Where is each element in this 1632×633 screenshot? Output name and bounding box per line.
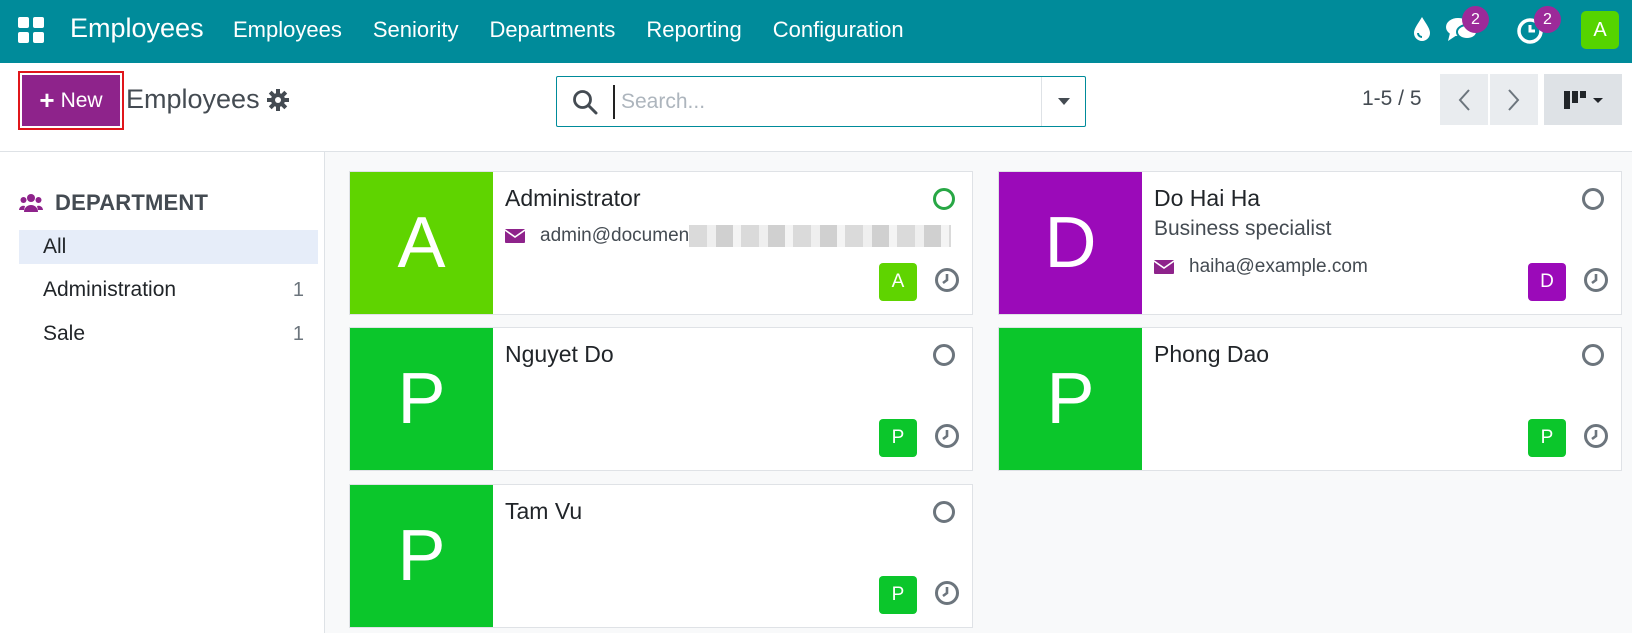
search-options-toggle[interactable] — [1041, 77, 1085, 126]
employee-email: haiha@example.com — [1154, 256, 1368, 278]
activity-clock-icon[interactable] — [934, 580, 960, 611]
presence-status-icon — [933, 188, 955, 210]
related-user-avatar[interactable]: P — [879, 419, 917, 457]
employee-card[interactable]: A Administrator admin@documen A — [349, 171, 973, 315]
employee-email-text: haiha@example.com — [1189, 256, 1368, 277]
employee-photo: D — [999, 172, 1142, 314]
apps-menu-icon[interactable] — [18, 17, 44, 43]
chat-icon[interactable]: 2 — [1445, 6, 1489, 45]
app-name[interactable]: Employees — [70, 13, 204, 44]
employee-photo: P — [350, 328, 493, 470]
sidebar-item-label: All — [43, 235, 67, 258]
activity-clock-icon[interactable] — [934, 423, 960, 454]
related-user-avatar[interactable]: A — [879, 263, 917, 301]
sidebar-item-count: 1 — [292, 322, 304, 345]
sidebar-item-sale[interactable]: Sale 1 — [19, 317, 318, 351]
chevron-left-icon — [1458, 88, 1470, 111]
control-panel: + New Employees 1-5 / 5 — [0, 63, 1632, 152]
sidebar-item-count: 1 — [292, 278, 304, 301]
menu-item-employees[interactable]: Employees — [233, 17, 342, 43]
employee-job-title: Business specialist — [1154, 217, 1332, 240]
employee-email-text: admin@documen — [540, 225, 690, 247]
chat-count-badge: 2 — [1462, 6, 1489, 33]
related-user-avatar[interactable]: P — [879, 576, 917, 614]
new-button[interactable]: + New — [22, 75, 120, 126]
activity-clock-icon[interactable]: 2 — [1516, 6, 1561, 45]
presence-status-icon — [1582, 344, 1604, 366]
gear-icon[interactable] — [267, 89, 289, 116]
sidebar-item-administration[interactable]: Administration 1 — [19, 273, 318, 307]
page-title: Employees — [126, 84, 260, 114]
activity-clock-icon[interactable] — [934, 267, 960, 298]
users-icon — [19, 194, 43, 212]
employee-card[interactable]: P Nguyet Do P — [349, 327, 973, 471]
plus-icon: + — [39, 85, 55, 115]
employee-photo: P — [350, 485, 493, 627]
activity-clock-icon[interactable] — [1583, 423, 1609, 454]
pager-value[interactable]: 1-5 / 5 — [1362, 87, 1422, 111]
droplet-icon[interactable] — [1411, 15, 1433, 43]
kanban-view-icon — [1564, 90, 1603, 109]
employee-card[interactable]: D Do Hai Ha Business specialist haiha@ex… — [998, 171, 1622, 315]
related-user-avatar[interactable]: P — [1528, 419, 1566, 457]
employee-card[interactable]: P Phong Dao P — [998, 327, 1622, 471]
search-icon — [572, 89, 598, 120]
sidebar-item-label: Sale — [43, 322, 86, 345]
employee-name: Tam Vu — [505, 498, 583, 524]
department-heading-label: DEPARTMENT — [55, 190, 209, 215]
main-menu: Employees Seniority Departments Reportin… — [233, 17, 935, 43]
activity-clock-icon[interactable] — [1583, 267, 1609, 298]
employee-email: admin@documen — [505, 225, 952, 247]
chevron-right-icon — [1508, 88, 1520, 111]
employee-name: Nguyet Do — [505, 341, 614, 367]
view-switcher-button[interactable] — [1544, 74, 1622, 125]
menu-item-departments[interactable]: Departments — [489, 17, 615, 43]
caret-down-icon — [1057, 98, 1070, 105]
top-navbar: Employees Employees Seniority Department… — [0, 0, 1632, 63]
redacted-email-blur — [689, 225, 952, 247]
related-user-avatar[interactable]: D — [1528, 263, 1566, 301]
envelope-icon — [505, 229, 525, 243]
sidebar-item-label: Administration — [43, 278, 177, 301]
menu-item-seniority[interactable]: Seniority — [373, 17, 459, 43]
sidebar-item-all[interactable]: All — [19, 230, 318, 264]
presence-status-icon — [1582, 188, 1604, 210]
search-panel: DEPARTMENT All Administration 1 Sale 1 — [0, 152, 325, 633]
search-bar — [556, 76, 1086, 127]
envelope-icon — [1154, 260, 1174, 274]
new-button-highlight: + New — [18, 71, 124, 130]
menu-item-configuration[interactable]: Configuration — [773, 17, 904, 43]
search-input[interactable] — [613, 85, 1013, 119]
employee-name: Phong Dao — [1154, 341, 1270, 367]
pager-next-button[interactable] — [1490, 74, 1538, 125]
employee-photo: P — [999, 328, 1142, 470]
new-button-label: New — [60, 88, 103, 112]
presence-status-icon — [933, 501, 955, 523]
employee-photo: A — [350, 172, 493, 314]
user-avatar[interactable]: A — [1581, 11, 1619, 49]
employee-name: Administrator — [505, 185, 641, 211]
employee-card[interactable]: P Tam Vu P — [349, 484, 973, 628]
department-heading: DEPARTMENT — [19, 190, 208, 216]
pager-previous-button[interactable] — [1440, 74, 1488, 125]
employee-name: Do Hai Ha — [1154, 185, 1261, 211]
presence-status-icon — [933, 344, 955, 366]
menu-item-reporting[interactable]: Reporting — [646, 17, 741, 43]
activity-count-badge: 2 — [1534, 6, 1561, 33]
